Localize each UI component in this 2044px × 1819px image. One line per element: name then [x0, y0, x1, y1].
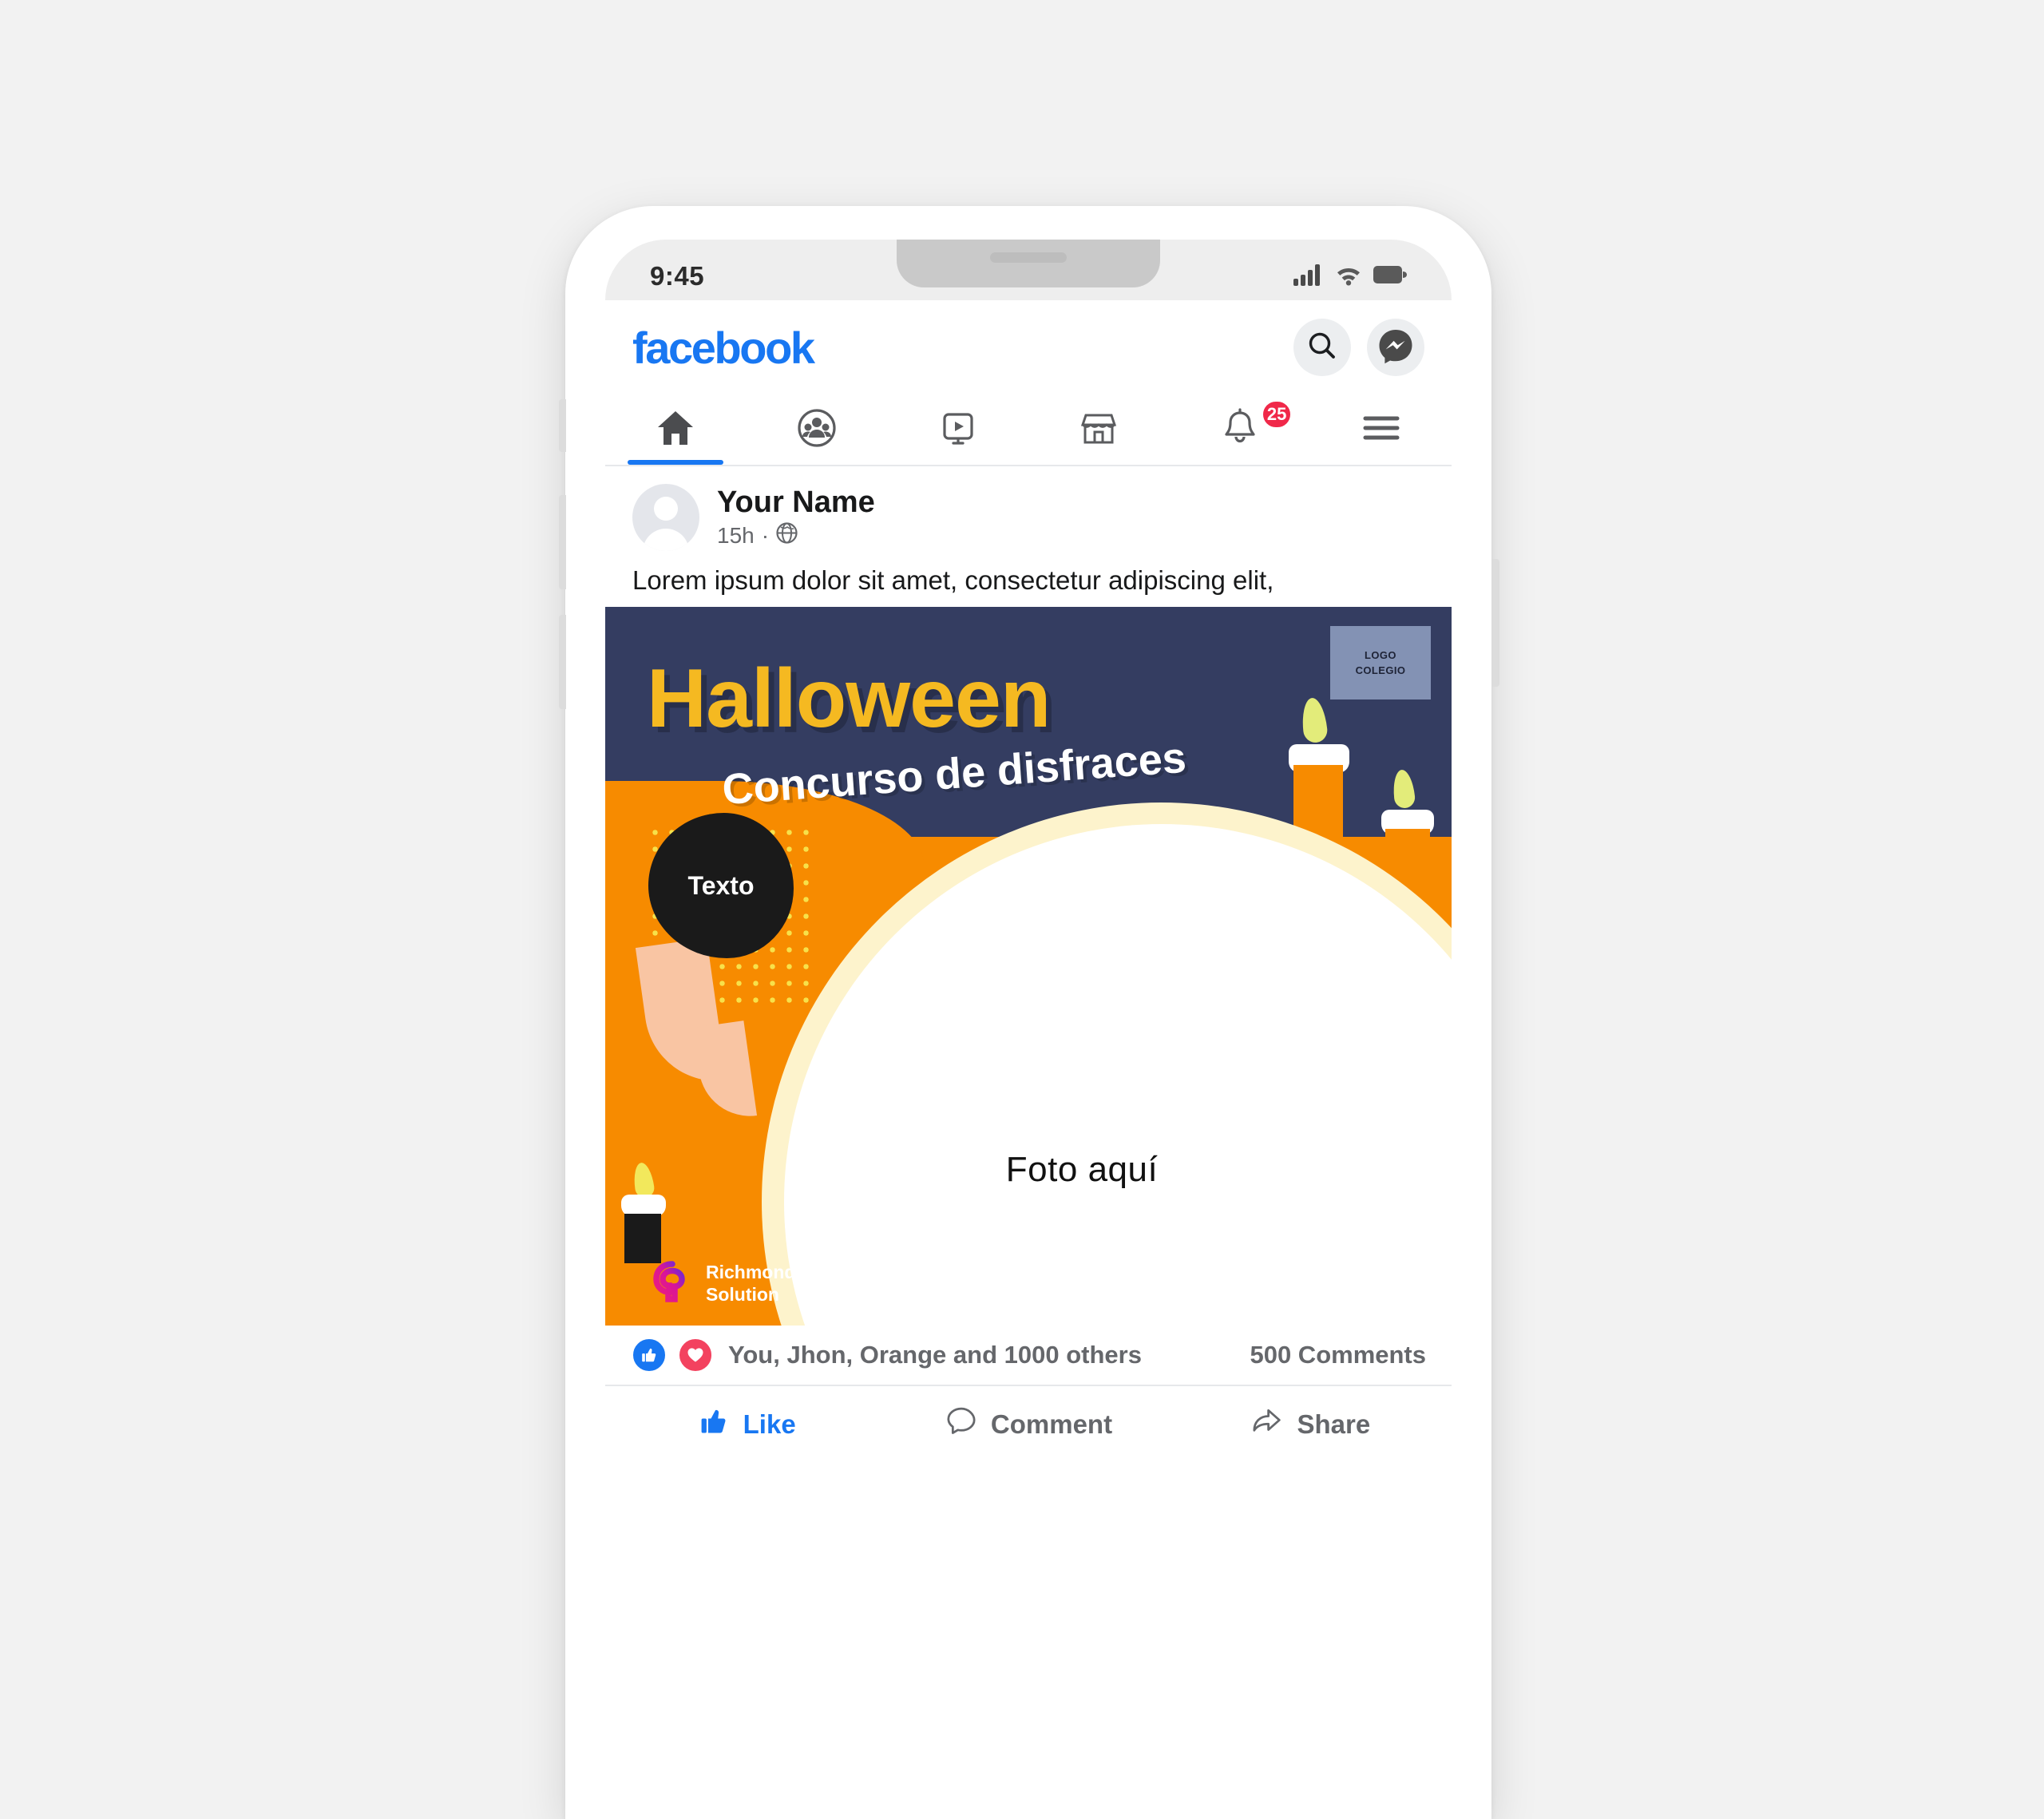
richmond-mark-icon — [650, 1259, 695, 1308]
wifi-icon — [1335, 264, 1362, 290]
friends-icon — [796, 407, 838, 453]
share-arrow-icon — [1250, 1405, 1284, 1444]
phone-volume-up-button[interactable] — [559, 495, 566, 589]
post-meta: 15h · — [717, 522, 875, 549]
reactions-summary[interactable]: You, Jhon, Orange and 1000 others — [631, 1337, 1142, 1373]
facebook-logo[interactable]: facebook — [632, 322, 815, 374]
richmond-line1: Richmond — [706, 1262, 796, 1283]
tab-underline — [769, 460, 865, 465]
search-icon — [1306, 330, 1338, 366]
comment-button-label: Comment — [990, 1409, 1113, 1439]
video-icon — [937, 407, 979, 453]
comments-count[interactable]: 500 Comments — [1250, 1341, 1426, 1369]
post-meta-separator: · — [761, 522, 770, 548]
avatar[interactable] — [632, 484, 699, 551]
logo-colegio-placeholder: LOGO COLEGIO — [1330, 626, 1431, 699]
thumbs-up-icon — [697, 1405, 731, 1444]
post-timestamp: 15h — [717, 522, 755, 548]
avatar-head — [654, 497, 678, 521]
like-button[interactable]: Like — [605, 1405, 887, 1444]
sidebar-item-notifications[interactable]: 25 — [1170, 394, 1311, 465]
richmond-solution-wordmark: Richmond Solution — [706, 1262, 795, 1305]
tab-underline — [910, 460, 1006, 465]
sidebar-item-home[interactable] — [605, 394, 747, 465]
messenger-icon — [1377, 327, 1414, 368]
bell-icon — [1219, 407, 1261, 453]
texto-placeholder-blob[interactable]: Texto — [648, 813, 794, 958]
notifications-badge: 25 — [1260, 399, 1293, 430]
facebook-header: facebook — [605, 300, 1452, 394]
messenger-button[interactable] — [1367, 319, 1424, 376]
richmond-solution-logo: Richmond Solution — [650, 1259, 795, 1308]
header-actions — [1293, 319, 1424, 376]
sidebar-item-watch[interactable] — [887, 394, 1028, 465]
home-icon — [655, 407, 696, 453]
share-button-label: Share — [1297, 1409, 1371, 1439]
tab-underline — [1192, 460, 1288, 465]
facebook-nav-tabs: 25 — [605, 394, 1452, 466]
post-action-bar: Like Comment Share — [605, 1386, 1452, 1463]
sidebar-item-menu[interactable] — [1310, 394, 1452, 465]
battery-icon — [1373, 265, 1407, 287]
phone-mute-switch[interactable] — [559, 399, 566, 452]
logo-colegio-line1: LOGO — [1365, 648, 1396, 661]
photo-placeholder-label: Foto aquí — [1005, 1150, 1159, 1189]
tab-underline — [1051, 460, 1147, 465]
signal-bars-icon — [1293, 264, 1324, 290]
active-tab-underline — [628, 460, 724, 465]
reactions-text: You, Jhon, Orange and 1000 others — [728, 1341, 1142, 1369]
tab-underline — [1333, 460, 1429, 465]
comment-bubble-icon — [945, 1405, 978, 1444]
phone-volume-down-button[interactable] — [559, 615, 566, 709]
thumbs-up-reaction-icon — [631, 1337, 667, 1373]
like-button-label: Like — [743, 1409, 796, 1439]
post-header: Your Name 15h · — [605, 466, 1452, 557]
marketplace-icon — [1078, 407, 1119, 453]
heart-reaction-icon — [677, 1337, 714, 1373]
status-bar-icons — [1293, 264, 1407, 290]
status-bar-time: 9:45 — [650, 261, 705, 291]
share-button[interactable]: Share — [1170, 1405, 1452, 1444]
candle-body — [624, 1214, 661, 1263]
hamburger-icon — [1361, 412, 1402, 448]
sidebar-item-marketplace[interactable] — [1028, 394, 1170, 465]
post-author-block: Your Name 15h · — [717, 485, 875, 549]
status-bar: 9:45 — [605, 240, 1452, 300]
logo-colegio-line2: COLEGIO — [1355, 664, 1406, 676]
comment-button[interactable]: Comment — [887, 1405, 1169, 1444]
search-button[interactable] — [1293, 319, 1351, 376]
texto-placeholder-label: Texto — [687, 870, 755, 900]
post-author-name[interactable]: Your Name — [717, 485, 875, 520]
sidebar-item-friends[interactable] — [747, 394, 888, 465]
post-body-text: Lorem ipsum dolor sit amet, consectetur … — [605, 557, 1452, 607]
banner-title: Halloween — [647, 652, 1051, 745]
post-image-halloween-banner[interactable]: LOGO COLEGIO Halloween Concurso de disfr… — [605, 607, 1452, 1326]
richmond-line2: Solution — [706, 1283, 779, 1305]
phone-power-button[interactable] — [1492, 559, 1499, 687]
post-engagement-row: You, Jhon, Orange and 1000 others 500 Co… — [605, 1326, 1452, 1386]
avatar-body — [643, 529, 689, 551]
phone-screen: 9:45 facebook 25 Your Name 15h · Lorem i… — [605, 240, 1452, 1819]
globe-icon — [776, 522, 798, 549]
phone-notch — [897, 240, 1160, 287]
